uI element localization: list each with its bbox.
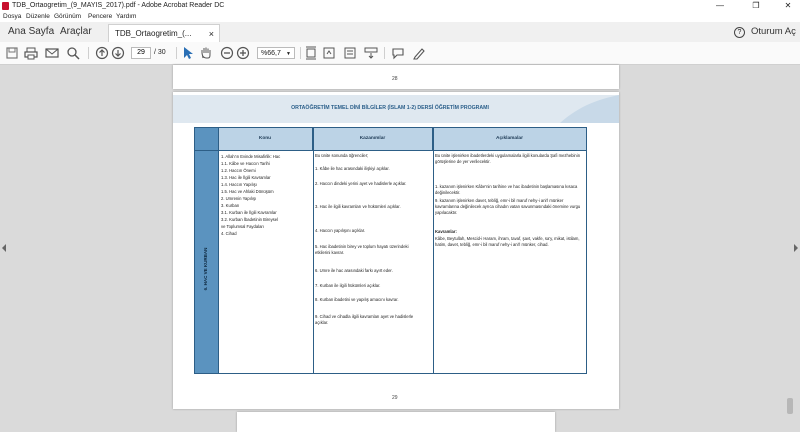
read-mode-icon[interactable] — [343, 46, 357, 60]
outcome-item: 1. Kâbe ile hac arasındaki ilişkiyi açık… — [315, 166, 390, 171]
toolbar: / 30 %66,7 ▼ — [0, 42, 800, 65]
home-tab[interactable]: Ana Sayfa — [8, 22, 54, 42]
minimize-button[interactable]: — — [708, 0, 732, 12]
window-title: TDB_Ortaogretim_(9_MAYIS_2017).pdf - Ado… — [12, 2, 225, 9]
zoom-out-icon[interactable] — [220, 46, 234, 60]
menu-window[interactable]: Pencere — [88, 12, 112, 22]
pen-icon[interactable] — [412, 46, 426, 60]
scroll-mode-icon[interactable] — [364, 46, 378, 60]
help-icon[interactable]: ? — [734, 27, 745, 38]
outcome-item: 8. Kurban ibadetini ve yapılış amacını k… — [315, 297, 399, 302]
topic-item: 2. Umrenin Yapılışı — [221, 196, 257, 201]
menu-bar: Dosya Düzenle Görünüm Pencere Yardım — [0, 12, 800, 22]
chevron-down-icon: ▼ — [286, 51, 291, 57]
document-tab[interactable]: TDB_Ortaogretim_(... × — [108, 24, 220, 43]
document-tab-close-button[interactable]: × — [209, 25, 214, 43]
title-bar: TDB_Ortaogretim_(9_MAYIS_2017).pdf - Ado… — [0, 0, 800, 12]
menu-edit[interactable]: Düzenle — [26, 12, 50, 22]
nav-bar: Ana Sayfa Araçlar TDB_Ortaogretim_(... ×… — [0, 22, 800, 43]
notes-paragraph: 1. kazanım işlenirken Kâbe'nin tarihine … — [435, 184, 578, 195]
page-30 — [237, 412, 555, 432]
outcome-item: 9. Cihad ve cihadla ilgili kavramları ay… — [315, 314, 414, 325]
select-cursor-icon[interactable] — [181, 46, 195, 60]
unit-label: 6. HAC VE KURBAN — [203, 247, 208, 291]
maximize-button[interactable]: ❐ — [744, 0, 768, 12]
email-icon[interactable] — [45, 46, 59, 60]
topic-item: 1.5. Hac ve Ahlaki Dönüşüm — [221, 189, 274, 194]
outcome-item: 3. Hac ile ilgili kavramları ve hükümler… — [315, 204, 401, 209]
header-outcomes: Kazanımlar — [313, 128, 433, 150]
page-number-top: 28 — [392, 76, 398, 82]
sign-in-button[interactable]: Oturum Aç — [751, 22, 796, 42]
zoom-in-icon[interactable] — [236, 46, 250, 60]
next-page-icon[interactable] — [111, 46, 125, 60]
topic-item: 1. Allah'ın Evinde Misafirlik: Hac — [221, 154, 281, 159]
outcome-item: 2. Haccın dindeki yerini ayet ve hadisle… — [315, 181, 407, 186]
topic-item: 3.1. Kurban ile İlgili Kavramlar — [221, 210, 277, 215]
page-total: / 30 — [154, 49, 166, 56]
document-tab-label: TDB_Ortaogretim_(... — [115, 29, 192, 38]
document-title: ORTAÖĞRETİM TEMEL DİNİ BİLGİLER (İSLAM 1… — [291, 105, 489, 111]
topic-item: 1.4. Haccın Yapılışı — [221, 182, 257, 187]
save-icon[interactable] — [5, 46, 19, 60]
menu-view[interactable]: Görünüm — [54, 12, 81, 22]
close-window-button[interactable]: ✕ — [776, 0, 800, 12]
hand-tool-icon[interactable] — [199, 46, 213, 60]
page-number-bottom: 29 — [392, 395, 398, 401]
acrobat-app-icon — [2, 2, 9, 10]
topic-item: 3. Kurban — [221, 203, 240, 208]
header-topic: Konu — [218, 128, 313, 150]
topic-item: ve Toplumsal Faydaları — [221, 224, 264, 229]
concepts-title: Kavramlar: — [435, 229, 457, 234]
outcome-item: 7. Kurban ile ilgili hükümleri açıklar. — [315, 283, 381, 288]
notes-paragraph: Bu ünite işlenirken ibadetlerdeki uygula… — [435, 153, 581, 164]
topic-item: 1.3. Hac ile İlgili Kavramlar — [221, 175, 271, 180]
print-icon[interactable] — [24, 46, 38, 60]
right-panel-toggle-icon[interactable] — [794, 244, 798, 252]
curriculum-table: 6. HAC VE KURBAN Konu Kazanımlar Açıklam… — [194, 127, 587, 374]
topic-item: 1.1. Kâbe ve Haccın Tarihi — [221, 161, 270, 166]
page-number-input[interactable] — [131, 47, 151, 59]
outcome-item: 6. Umre ile hac arasındaki farkı ayırt e… — [315, 268, 393, 273]
search-icon[interactable] — [66, 46, 80, 60]
fit-page-icon[interactable] — [304, 46, 318, 60]
outcome-item: 4. Haccın yapılışını açıklar. — [315, 228, 366, 233]
comment-icon[interactable] — [391, 46, 405, 60]
concepts-list: Kâbe, Beytullah, Mescid-i Haram, ihram, … — [435, 236, 580, 247]
zoom-select[interactable]: %66,7 ▼ — [257, 47, 295, 59]
unit-label-cell: 6. HAC VE KURBAN — [195, 128, 218, 373]
tools-tab[interactable]: Araçlar — [60, 22, 92, 42]
left-panel-toggle-icon[interactable] — [2, 244, 6, 252]
vertical-scrollbar-thumb[interactable] — [787, 398, 793, 414]
header-notes: Açıklamalar — [433, 128, 586, 150]
rotate-icon[interactable] — [322, 46, 336, 60]
topic-item: 1.2. Haccın Önemi — [221, 168, 256, 173]
outcome-item: 5. Hac ibadetinin birey ve toplum hayatı… — [315, 244, 409, 255]
menu-help[interactable]: Yardım — [116, 12, 136, 22]
zoom-value: %66,7 — [261, 50, 281, 57]
topic-item: 3.2. Kurban İbadetinin Bireysel — [221, 217, 279, 222]
topic-item: 4. Cihad — [221, 231, 237, 236]
menu-file[interactable]: Dosya — [3, 12, 21, 22]
notes-paragraph: 9. kazanım işlenirken davet, tebliğ, emr… — [435, 198, 581, 215]
outcomes-intro: Bu ünite sonunda öğrenciler; — [315, 153, 369, 158]
previous-page-icon[interactable] — [95, 46, 109, 60]
